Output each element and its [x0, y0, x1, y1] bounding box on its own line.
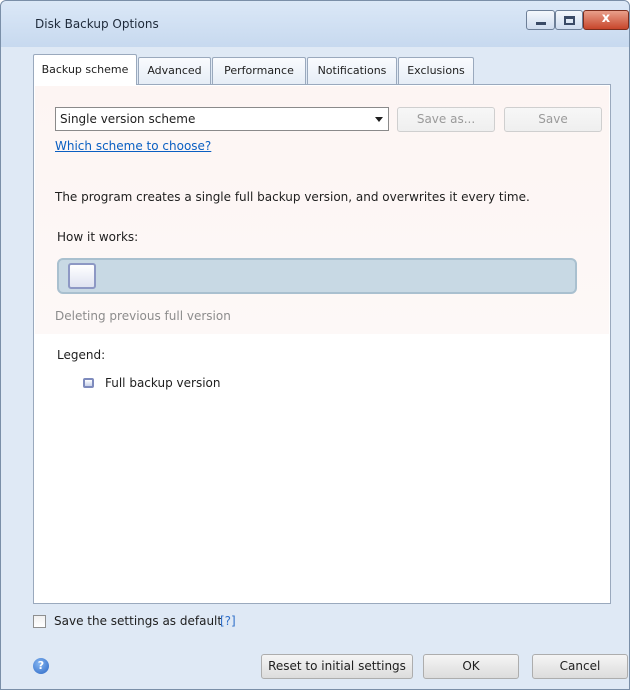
help-icon[interactable]: ? — [33, 658, 49, 674]
minimize-icon — [536, 22, 546, 25]
scheme-select-value: Single version scheme — [60, 112, 196, 126]
tab-performance[interactable]: Performance — [212, 57, 306, 84]
chevron-down-icon — [375, 117, 383, 122]
tab-notifications[interactable]: Notifications — [307, 57, 397, 84]
ok-button[interactable]: OK — [423, 654, 519, 679]
close-button[interactable]: x — [583, 10, 629, 30]
tab-advanced[interactable]: Advanced — [138, 57, 211, 84]
save-as-button[interactable]: Save as... — [397, 107, 495, 132]
maximize-icon — [564, 16, 575, 25]
backup-version-icon — [68, 263, 96, 289]
title-bar[interactable]: Disk Backup Options x — [1, 1, 629, 47]
maximize-button[interactable] — [555, 10, 583, 30]
tab-backup-scheme[interactable]: Backup scheme — [33, 54, 137, 85]
legend-item-label: Full backup version — [105, 376, 221, 390]
disk-backup-options-window: Disk Backup Options x Backup scheme Adva… — [0, 0, 630, 690]
tab-exclusions[interactable]: Exclusions — [398, 57, 474, 84]
minimize-button[interactable] — [526, 10, 555, 30]
which-scheme-link[interactable]: Which scheme to choose? — [55, 139, 211, 153]
cancel-button[interactable]: Cancel — [532, 654, 628, 679]
save-default-label[interactable]: Save the settings as default — [54, 614, 222, 628]
full-backup-swatch-icon — [83, 378, 94, 388]
close-icon: x — [601, 11, 611, 26]
scheme-select[interactable]: Single version scheme — [55, 107, 389, 131]
scheme-status-text: Deleting previous full version — [55, 309, 231, 323]
save-button[interactable]: Save — [504, 107, 602, 132]
scheme-description: The program creates a single full backup… — [55, 190, 530, 204]
dialog-footer: ? Reset to initial settings OK Cancel — [2, 639, 628, 689]
reset-settings-button[interactable]: Reset to initial settings — [261, 654, 413, 679]
how-it-works-label: How it works: — [57, 230, 139, 244]
legend-title: Legend: — [57, 348, 106, 362]
save-default-help-link[interactable]: [?] — [220, 614, 236, 628]
how-it-works-track — [57, 258, 577, 294]
backup-scheme-panel: Single version scheme Save as... Save Wh… — [33, 84, 611, 604]
save-default-checkbox[interactable] — [33, 615, 46, 628]
window-title: Disk Backup Options — [35, 17, 159, 31]
